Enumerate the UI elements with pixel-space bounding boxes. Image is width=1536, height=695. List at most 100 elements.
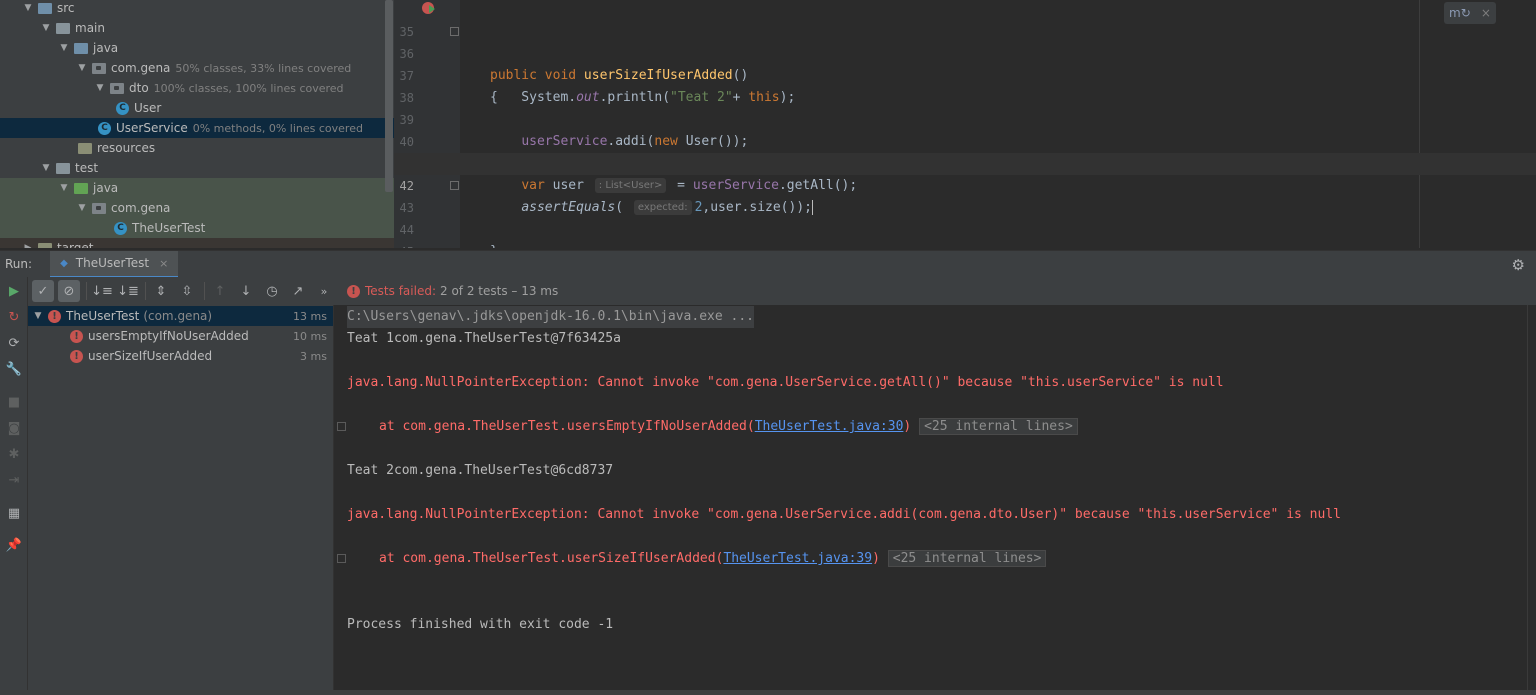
sort-alpha-icon[interactable]: ↓≡ <box>91 280 113 302</box>
code-line: 40 userService.addi(new User()); <box>394 109 1536 171</box>
code-line: 39 userService.addi(new User()); <box>394 87 1536 149</box>
source-link[interactable]: TheUserTest.java:30 <box>755 419 904 434</box>
line-number: 45 <box>394 241 414 248</box>
tree-item-test-java[interactable]: ▼ java <box>0 178 394 198</box>
test-duration: 13 ms <box>293 309 327 323</box>
layout-icon[interactable]: ▦ <box>6 505 22 521</box>
folder-icon <box>74 42 88 54</box>
tree-scrollbar[interactable] <box>385 0 393 192</box>
test-item-usersemptyifnouseradded[interactable]: ! usersEmptyIfNoUserAdded 10 ms <box>28 326 333 346</box>
code-line: 45 @AfterEach <box>394 219 1536 248</box>
error-icon: ! <box>70 349 83 363</box>
class-icon: C <box>114 221 127 235</box>
tree-item-java[interactable]: ▼ java <box>0 38 384 58</box>
chevron-down-icon[interactable]: ▼ <box>58 43 70 53</box>
tree-item-theusertest[interactable]: C TheUserTest <box>0 218 394 238</box>
tab-title: TheUserTest <box>75 256 150 270</box>
chevron-down-icon[interactable]: ▼ <box>40 23 52 33</box>
tab-theusertest[interactable]: ◆ TheUserTest × <box>50 250 179 278</box>
chevron-down-icon[interactable]: ▼ <box>76 63 88 73</box>
chevron-down-icon[interactable]: ▼ <box>76 203 88 213</box>
expand-icon[interactable] <box>337 422 346 431</box>
code-line: 43 } <box>394 175 1536 248</box>
tree-item-dto[interactable]: ▼ dto 100% classes, 100% lines covered <box>0 78 384 98</box>
tree-item-com-gena[interactable]: ▼ com.gena 50% classes, 33% lines covere… <box>0 58 384 78</box>
chevron-down-icon[interactable]: ▼ <box>58 183 70 193</box>
chevron-down-icon[interactable]: ▼ <box>40 163 52 173</box>
show-ignored-icon[interactable]: ⊘ <box>58 280 80 302</box>
test-results-tree: ▼ ! TheUserTest (com.gena) 13 ms ! users… <box>28 305 334 695</box>
fold-icon[interactable] <box>450 27 459 36</box>
debug-icon[interactable]: ✱ <box>6 446 22 462</box>
pin-icon[interactable]: 📌 <box>6 537 22 553</box>
rerun-icon[interactable]: ▶ <box>6 283 22 299</box>
more-icon[interactable]: » <box>313 280 335 302</box>
coverage-text: 100% classes, 100% lines covered <box>153 81 344 95</box>
tree-item-main[interactable]: ▼ main <box>0 18 384 38</box>
stacktrace-text: at com.gena.TheUserTest.usersEmptyIfNoUs… <box>379 419 755 434</box>
run-test-icon[interactable] <box>422 2 435 14</box>
tree-item-resources[interactable]: resources <box>0 138 384 158</box>
close-icon[interactable]: × <box>159 257 168 270</box>
class-icon: C <box>116 101 129 115</box>
collapse-all-icon[interactable]: ⇳ <box>176 280 198 302</box>
export-icon[interactable]: ↗ <box>287 280 309 302</box>
test-status: ! Tests failed: 2 of 2 tests – 13 ms <box>347 284 558 298</box>
test-item-usersizeifuseradded[interactable]: ! userSizeIfUserAdded 3 ms <box>28 346 333 366</box>
tree-item-test-com-gena[interactable]: ▼ com.gena <box>0 198 394 218</box>
history-icon[interactable]: ◷ <box>261 280 283 302</box>
package-icon <box>92 202 106 214</box>
chevron-down-icon[interactable]: ▼ <box>22 3 34 13</box>
test-package: (com.gena) <box>143 309 213 323</box>
tree-item-test[interactable]: ▼ test <box>0 158 384 178</box>
gear-icon[interactable]: ⚙ <box>1512 256 1525 274</box>
tree-item-target[interactable]: ▶ target <box>0 238 394 248</box>
error-icon: ! <box>48 309 61 323</box>
folder-icon <box>74 182 88 194</box>
console-exception: java.lang.NullPointerException: Cannot i… <box>347 375 1224 390</box>
coverage-text: 50% classes, 33% lines covered <box>175 61 352 75</box>
console-stdout: Teat 1com.gena.TheUserTest@7f63425a <box>347 331 621 346</box>
wrench-icon[interactable]: 🔧 <box>6 361 22 377</box>
sort-duration-icon[interactable]: ↓≣ <box>117 280 139 302</box>
stop-icon[interactable]: ■ <box>6 394 22 410</box>
test-item-theusertest[interactable]: ▼ ! TheUserTest (com.gena) 13 ms <box>28 306 333 326</box>
tree-item-user[interactable]: C User <box>0 98 384 118</box>
tree-item-label: java <box>93 181 119 195</box>
fold-icon[interactable] <box>450 181 459 190</box>
maven-icon[interactable]: m↻ <box>1449 6 1471 20</box>
internal-lines-fold[interactable]: <25 internal lines> <box>887 550 1047 567</box>
close-icon[interactable]: × <box>1481 6 1491 20</box>
chevron-right-icon[interactable]: ▶ <box>22 243 34 248</box>
show-passed-icon[interactable]: ✓ <box>32 280 54 302</box>
source-link[interactable]: TheUserTest.java:39 <box>723 551 872 566</box>
maven-badge[interactable]: m↻ × <box>1444 2 1496 24</box>
folder-icon <box>78 142 92 154</box>
folder-icon <box>56 22 70 34</box>
test-name: TheUserTest <box>66 309 140 323</box>
rerun-failed-icon[interactable]: ↻ <box>6 309 22 325</box>
internal-lines-fold[interactable]: <25 internal lines> <box>919 418 1078 435</box>
tree-item-src[interactable]: ▼ src <box>0 0 384 18</box>
camera-icon[interactable]: ◙ <box>6 420 22 436</box>
console-command-line[interactable]: C:\Users\genav\.jdks\openjdk-16.0.1\bin\… <box>347 306 754 328</box>
tree-item-label: User <box>134 101 162 115</box>
console-output[interactable]: C:\Users\genav\.jdks\openjdk-16.0.1\bin\… <box>335 305 1536 695</box>
toolbar-separator <box>145 282 146 300</box>
status-title: Tests failed: <box>365 284 436 298</box>
test-name: usersEmptyIfNoUserAdded <box>88 329 249 343</box>
expand-icon[interactable] <box>337 554 346 563</box>
stacktrace-line: at com.gena.TheUserTest.usersEmptyIfNoUs… <box>379 416 1078 438</box>
test-duration: 3 ms <box>300 349 327 363</box>
exit-icon[interactable]: ⇥ <box>6 472 22 488</box>
chevron-down-icon[interactable]: ▼ <box>32 311 44 321</box>
console-scrollbar[interactable] <box>1527 305 1528 695</box>
tree-item-label: resources <box>97 141 156 155</box>
tree-item-userservice[interactable]: C UserService 0% methods, 0% lines cover… <box>0 118 394 138</box>
previous-failed-icon[interactable]: ↑ <box>209 280 231 302</box>
next-failed-icon[interactable]: ↓ <box>235 280 257 302</box>
toggle-auto-test-icon[interactable]: ⟳ <box>6 335 22 351</box>
code-editor[interactable]: 35 public void userSizeIfUserAdded() 36 … <box>394 0 1536 248</box>
chevron-down-icon[interactable]: ▼ <box>94 83 106 93</box>
expand-all-icon[interactable]: ⇕ <box>150 280 172 302</box>
